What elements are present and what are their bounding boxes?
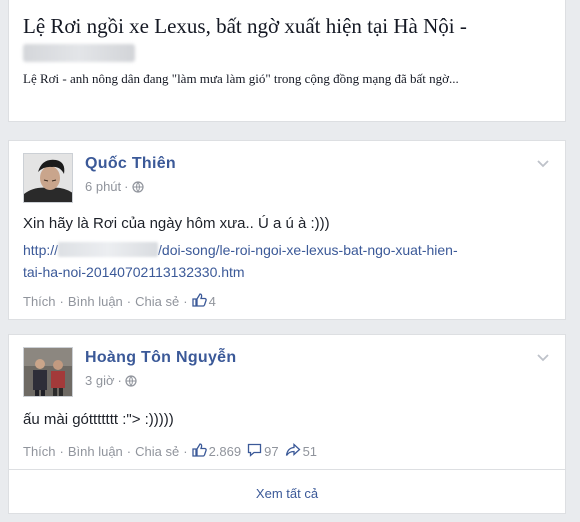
share-button[interactable]: Chia sẻ: [135, 444, 179, 459]
action-separator: ·: [183, 444, 188, 459]
comment-url[interactable]: http:// /doi-song/le-roi-ngoi-xe-lexus-ba…: [23, 239, 458, 283]
reply-count-value: 97: [264, 444, 279, 459]
blurred-domain: [58, 242, 159, 257]
comment-actions: Thích · Bình luận · Chia sẻ · 4: [23, 293, 222, 310]
blurred-source-name: [23, 44, 135, 62]
url-path[interactable]: /doi-song/le-roi-ngoi-xe-lexus-bat-ngo-x…: [158, 242, 458, 258]
thumbs-up-icon: [191, 293, 209, 310]
chevron-down-icon[interactable]: [537, 349, 549, 367]
like-count[interactable]: 4: [191, 293, 216, 310]
meta-separator: ·: [124, 179, 129, 194]
avatar[interactable]: [23, 347, 73, 397]
see-all-comments-link[interactable]: Xem tất cả: [8, 470, 566, 514]
see-all-label[interactable]: Xem tất cả: [256, 486, 318, 501]
chevron-down-icon[interactable]: [537, 155, 549, 173]
globe-icon: [125, 375, 137, 390]
comment-text: Xin hãy là Rơi của ngày hôm xưa.. Ú a ú …: [23, 215, 330, 232]
thumbs-up-icon: [191, 443, 209, 460]
reply-button[interactable]: Bình luận: [68, 444, 123, 459]
action-separator: ·: [59, 294, 64, 309]
like-count-value: 4: [208, 294, 216, 309]
comment-timestamp[interactable]: 3 giờ: [85, 373, 115, 388]
like-count-value: 2.869: [208, 444, 242, 459]
like-button[interactable]: Thích: [23, 294, 56, 309]
reply-button[interactable]: Bình luận: [68, 294, 123, 309]
action-separator: ·: [126, 444, 132, 459]
comment-text: ấu mài góttttttt :"> :))))): [23, 411, 174, 428]
share-arrow-icon: [285, 443, 303, 460]
comment-card: Quốc Thiên 6 phút · Xin hãy là Rơi của ng…: [8, 140, 566, 320]
action-separator: ·: [126, 294, 132, 309]
like-count[interactable]: 2.869: [191, 443, 242, 460]
avatar[interactable]: [23, 153, 73, 203]
comment-timestamp[interactable]: 6 phút: [85, 179, 121, 194]
comment-author[interactable]: Hoàng Tôn Nguyễn: [85, 349, 236, 367]
share-button[interactable]: Chia sẻ: [135, 294, 179, 309]
share-count-value: 51: [302, 444, 318, 459]
comment-author[interactable]: Quốc Thiên: [85, 155, 176, 173]
link-description: Lệ Rơi - anh nông dân đang "làm mưa làm …: [23, 71, 459, 86]
comment-meta: 3 giờ ·: [85, 373, 137, 390]
meta-separator: ·: [117, 373, 122, 388]
url-start[interactable]: http://: [23, 242, 58, 258]
action-separator: ·: [59, 444, 64, 459]
comment-actions: Thích · Bình luận · Chia sẻ · 2.869 97 5…: [23, 443, 323, 460]
reply-count[interactable]: 97: [247, 443, 279, 460]
link-title[interactable]: Lệ Rơi ngồi xe Lexus, bất ngờ xuất hiện …: [23, 14, 467, 39]
globe-icon: [131, 181, 144, 196]
share-count[interactable]: 51: [285, 443, 317, 460]
like-button[interactable]: Thích: [23, 444, 56, 459]
link-preview-card[interactable]: Lệ Rơi ngồi xe Lexus, bất ngờ xuất hiện …: [8, 0, 566, 122]
action-separator: ·: [183, 294, 188, 309]
comment-card: Hoàng Tôn Nguyễn 3 giờ · ấu mài góttttttt…: [8, 334, 566, 470]
comment-bubble-icon: [247, 443, 264, 460]
comment-meta: 6 phút ·: [85, 179, 144, 196]
url-path-continued[interactable]: tai-ha-noi-20140702113132330.htm: [23, 261, 458, 283]
